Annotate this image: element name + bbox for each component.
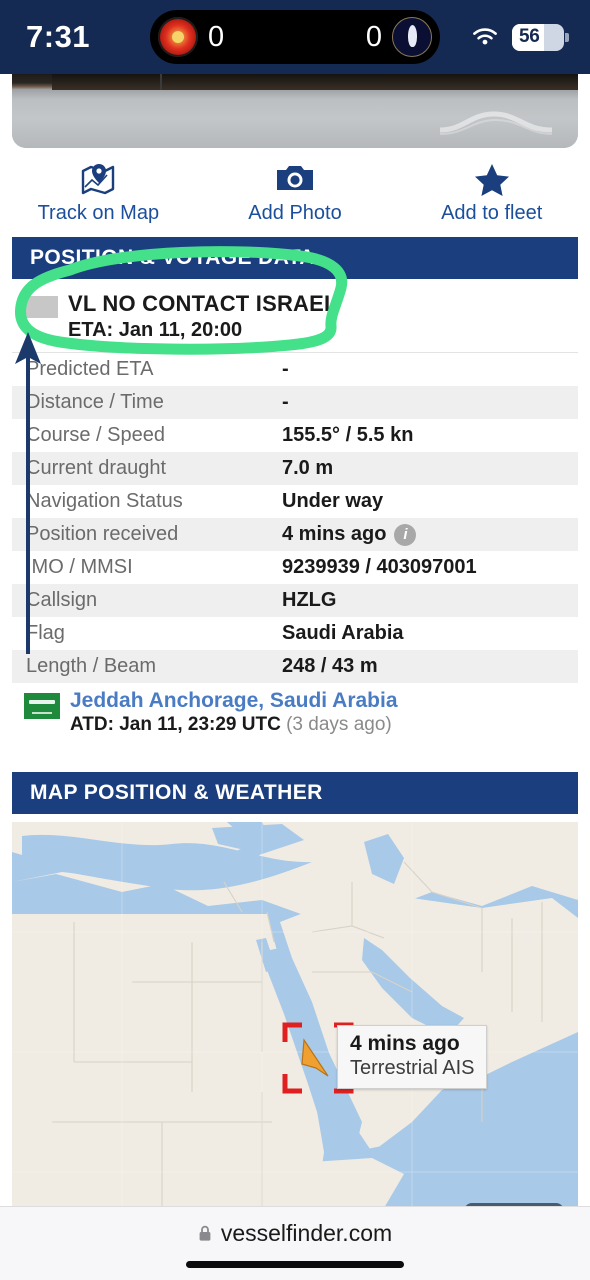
departure-port-row[interactable]: Jeddah Anchorage, Saudi Arabia ATD: Jan … [12,683,578,744]
table-row: Callsign HZLG [12,584,578,617]
add-photo-button[interactable]: Add Photo [197,162,394,225]
lock-icon [198,1225,212,1242]
address-bar[interactable]: vesselfinder.com [198,1220,392,1247]
action-buttons: Track on Map Add Photo Add to fleet [0,148,590,237]
status-bar: 7:31 0 0 56 [0,0,590,74]
row-value-group: 4 mins ago i [282,523,417,546]
vessel-photo[interactable] [12,74,578,148]
row-label: Position received [26,523,179,545]
table-row: Length / Beam 248 / 43 m [12,650,578,683]
row-label: Navigation Status [26,490,183,512]
callout-time: 4 mins ago [350,1032,460,1055]
destination-row[interactable]: VL NO CONTACT ISRAEL ETA: Jan 11, 20:00 [12,279,578,353]
camera-icon [275,162,315,196]
departure-port-name[interactable]: Jeddah Anchorage, Saudi Arabia [70,689,398,713]
row-value: Saudi Arabia [282,622,404,644]
webpage-content: Track on Map Add Photo Add to fleet POSI… [0,74,590,1280]
row-value: Under way [282,490,384,512]
row-value: - [282,391,289,413]
row-value: 4 mins ago [282,523,387,545]
table-row: Distance / Time - [12,386,578,419]
callout-source: Terrestrial AIS [350,1057,475,1079]
away-team-group: 0 [366,17,432,57]
add-photo-label: Add Photo [248,202,342,224]
saudi-arabia-flag-icon [24,693,60,719]
info-icon[interactable]: i [394,523,417,546]
watermark-icon [439,111,553,135]
track-on-map-label: Track on Map [37,202,160,224]
table-row: IMO / MMSI 9239939 / 403097001 [12,551,578,584]
map-weather-section-header: MAP POSITION & WEATHER [12,772,578,814]
status-bar-clock: 7:31 [26,19,91,54]
position-voyage-section-header: POSITION & VOYAGE DATA [12,237,578,279]
row-label: Predicted ETA [26,358,154,380]
url-text: vesselfinder.com [220,1219,393,1246]
row-label: Callsign [26,589,98,611]
vessel-arrow-icon[interactable] [298,1034,338,1082]
wifi-icon [470,26,500,48]
row-label: Length / Beam [26,655,157,677]
map-callout: 4 mins ago Terrestrial AIS [337,1025,488,1089]
table-row: Course / Speed 155.5° / 5.5 kn [12,419,578,452]
track-on-map-button[interactable]: Track on Map [0,162,197,225]
row-value: 248 / 43 m [282,655,378,677]
row-label: Current draught [26,457,167,479]
row-value: - [282,358,289,380]
home-score: 0 [208,20,225,53]
row-value: HZLG [282,589,337,611]
battery-percent: 56 [519,26,540,47]
table-row: Flag Saudi Arabia [12,617,578,650]
destination-flag-placeholder-icon [26,296,58,318]
away-score: 0 [365,20,382,53]
browser-bottom-bar: vesselfinder.com [0,1206,590,1280]
table-row: Predicted ETA - [12,353,578,386]
table-row: Position received 4 mins ago i [12,518,578,551]
map-view[interactable]: 4 mins ago Terrestrial AIS [12,822,578,1237]
row-value: 155.5° / 5.5 kn [282,424,414,446]
destination-name: VL NO CONTACT ISRAEL [68,291,338,316]
row-value: 7.0 m [282,457,334,479]
tottenham-crest-icon [392,17,432,57]
row-label: Flag [26,622,65,644]
row-label: IMO / MMSI [26,556,133,578]
man-utd-crest-icon [158,17,198,57]
row-label: Course / Speed [26,424,165,446]
row-value: 9239939 / 403097001 [282,556,477,578]
atd-text: ATD: Jan 11, 23:29 UTC [70,714,281,735]
battery-indicator: 56 [512,23,569,51]
home-indicator[interactable] [186,1260,404,1268]
vessel-mast [160,74,162,90]
map-pin-icon [78,162,118,196]
add-to-fleet-button[interactable]: Add to fleet [393,162,590,225]
table-row: Navigation Status Under way [12,485,578,518]
destination-eta: ETA: Jan 11, 20:00 [68,319,243,341]
star-icon [472,162,512,196]
row-label: Distance / Time [26,391,164,413]
dynamic-island-live-activity[interactable]: 0 0 [150,10,440,64]
atd-ago: (3 days ago) [286,714,392,735]
voyage-data-table: Predicted ETA - Distance / Time - Course… [12,353,578,683]
departure-port-atd: ATD: Jan 11, 23:29 UTC (3 days ago) [70,714,398,736]
home-team-group: 0 [158,17,224,57]
add-to-fleet-label: Add to fleet [441,202,543,224]
status-bar-indicators: 56 [444,23,569,51]
table-row: Current draught 7.0 m [12,452,578,485]
vessel-hull [52,74,578,90]
